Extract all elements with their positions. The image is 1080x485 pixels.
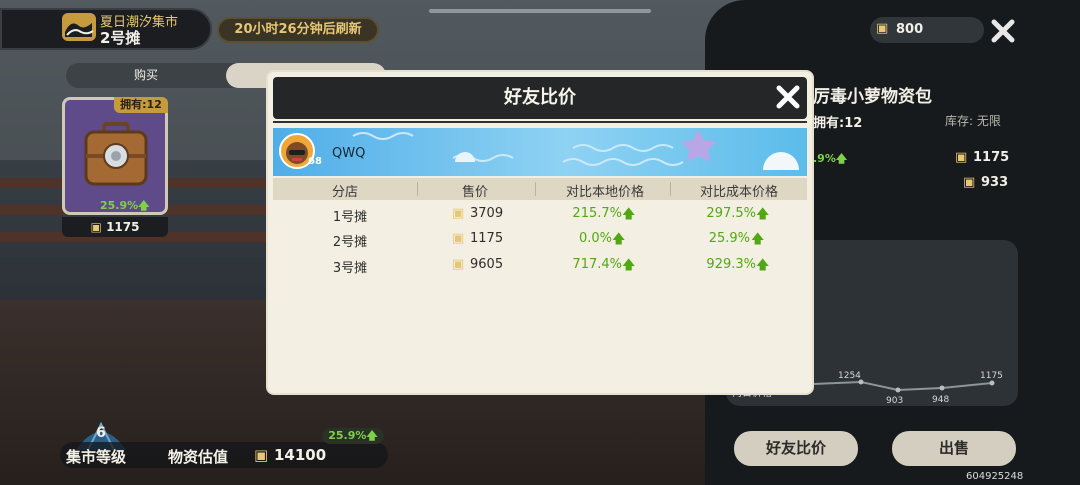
coin-icon: ▣ xyxy=(452,231,465,246)
local-compare: 215.7% xyxy=(572,206,622,221)
item-sell-price: ▣ 1175 xyxy=(955,150,1010,165)
asset-value-percent: 25.9%🡅 xyxy=(322,428,384,444)
shop-price: 1175 xyxy=(470,231,504,246)
chart-label: 903 xyxy=(886,396,903,406)
suitcase-icon xyxy=(84,122,148,186)
arrow-up-icon: 🡅 xyxy=(612,232,626,247)
tab-buy[interactable]: 购买 xyxy=(66,63,226,88)
chart-label: 1254 xyxy=(838,371,861,381)
coin-icon: ▣ xyxy=(452,257,465,272)
local-compare: 0.0% xyxy=(578,231,612,246)
market-level-label: 集市等级 xyxy=(66,448,127,466)
stall-name: 2号摊 xyxy=(100,29,141,47)
item-stock: 库存: 无限 xyxy=(945,114,1001,128)
column-header: 售价 xyxy=(461,185,488,200)
drag-handle[interactable] xyxy=(429,9,651,13)
divider xyxy=(273,121,807,123)
shop-name: 2号摊 xyxy=(332,235,368,250)
card-price: ▣ 1175 xyxy=(62,217,168,237)
item-percent: .9%🡅 xyxy=(813,152,848,165)
modal-title: 好友比价 xyxy=(504,87,576,108)
coin-amount: 800 xyxy=(896,22,924,37)
column-header: 对比本地价格 xyxy=(565,185,644,200)
shop-name: 1号摊 xyxy=(332,210,368,225)
column-header: 对比成本价格 xyxy=(699,185,778,200)
coin-icon: ▣ xyxy=(254,446,269,464)
chart-label: 948 xyxy=(932,395,949,405)
divider xyxy=(417,182,418,196)
arrow-up-icon: 🡅 xyxy=(622,258,636,273)
cost-compare: 25.9% xyxy=(708,231,750,246)
shop-price: 9605 xyxy=(470,257,504,272)
chart-point xyxy=(939,385,945,391)
cost-compare: 929.3% xyxy=(706,257,756,272)
chart-point xyxy=(989,380,995,386)
divider xyxy=(670,182,671,196)
arrow-up-icon: 🡅 xyxy=(622,207,636,222)
refresh-timer: 20小时26分钟后刷新 xyxy=(217,17,379,43)
shop-name: 3号摊 xyxy=(332,261,368,276)
coin-icon: ▣ xyxy=(90,220,102,234)
wave-icon xyxy=(62,13,96,41)
item-cost-price: ▣ 933 xyxy=(963,175,1009,190)
local-compare: 717.4% xyxy=(572,257,622,272)
arrow-up-icon: 🡅 xyxy=(756,207,770,222)
coin-icon: ▣ xyxy=(452,206,465,221)
owned-tag: 拥有:12 xyxy=(114,97,168,113)
arrow-up-icon: 🡅 xyxy=(751,232,765,247)
close-icon[interactable] xyxy=(990,18,1016,44)
arrow-up-icon: 🡅 xyxy=(756,258,770,273)
coin-icon: ▣ xyxy=(963,175,976,190)
sell-button[interactable]: 出售 xyxy=(892,431,1016,466)
chart-point xyxy=(895,387,901,393)
asset-value-label: 物资估值 xyxy=(168,448,229,466)
item-title: 厉毒小萝物资包 xyxy=(813,87,932,107)
friend-name: QWQ xyxy=(332,146,366,161)
divider xyxy=(535,182,536,196)
modal-header: 好友比价 xyxy=(273,77,807,119)
close-icon[interactable] xyxy=(775,84,801,110)
chart-label: 1175 xyxy=(980,371,1003,381)
shop-price: 3709 xyxy=(470,206,504,221)
market-level: 6 xyxy=(96,425,106,441)
friend-compare-button[interactable]: 好友比价 xyxy=(734,431,858,466)
asset-value: ▣ 14100 xyxy=(254,446,327,464)
coin-icon: ▣ xyxy=(876,21,889,36)
item-owned: 拥有:12 xyxy=(813,116,863,131)
friend-level: 68 xyxy=(308,156,322,167)
cost-compare: 297.5% xyxy=(706,206,756,221)
column-header: 分店 xyxy=(331,185,358,200)
player-uid: 604925248 xyxy=(966,471,1024,482)
card-percent: 25.9%🡅 xyxy=(100,199,150,212)
coin-icon: ▣ xyxy=(955,150,968,165)
